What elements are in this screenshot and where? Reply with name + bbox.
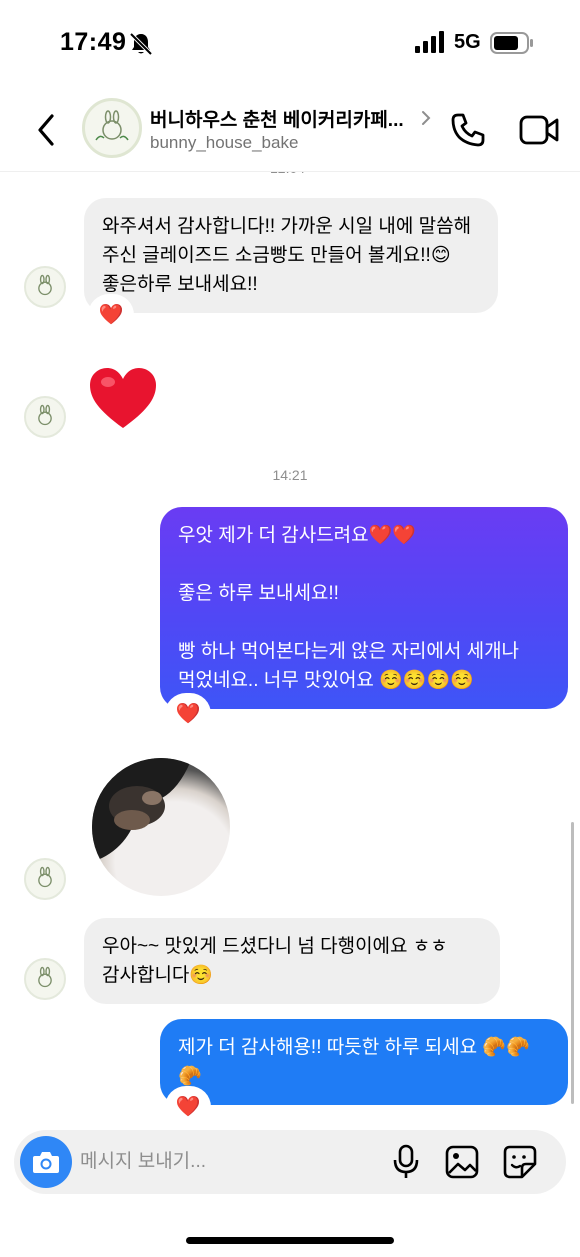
bunny-logo-icon xyxy=(38,966,52,988)
bunny-logo-icon xyxy=(95,110,129,141)
message-text: 우아~~ 맛있게 드셨다니 넘 다행이에요 ㅎㅎ 감사합니다☺️ xyxy=(102,936,448,986)
chevron-right-icon[interactable] xyxy=(419,108,433,128)
signal-icon xyxy=(415,31,444,53)
reaction-emoji: ❤️ xyxy=(175,703,201,725)
message-text-line: 좋은 하루 보내세요!! xyxy=(178,583,339,604)
sticker-image xyxy=(92,758,192,862)
bunny-logo-icon xyxy=(38,274,52,296)
video-icon[interactable] xyxy=(518,112,560,148)
sender-avatar[interactable] xyxy=(24,958,66,1000)
outgoing-message-bubble[interactable]: 우앗 제가 더 감사드려요❤️❤️ 좋은 하루 보내세요!! 빵 하나 먹어본다… xyxy=(160,507,568,709)
sender-avatar[interactable] xyxy=(24,858,66,900)
photo-sticker[interactable] xyxy=(92,758,230,896)
chat-username[interactable]: bunny_house_bake xyxy=(150,133,298,153)
message-composer xyxy=(14,1130,566,1194)
timestamp: 14:21 xyxy=(272,467,308,483)
home-indicator xyxy=(186,1237,394,1244)
incoming-message-bubble[interactable]: 와주셔서 감사합니다!! 가까운 시일 내에 말씀해 주신 글레이즈드 소금빵도… xyxy=(84,198,498,313)
back-arrow-icon[interactable] xyxy=(30,110,64,150)
heart-reaction[interactable]: ❤️ xyxy=(168,1089,208,1125)
bell-slash-icon xyxy=(129,32,153,56)
reaction-emoji: ❤️ xyxy=(175,1096,201,1118)
outgoing-message-bubble[interactable]: 제가 더 감사해용!! 따듯한 하루 되세요 🥐🥐🥐 xyxy=(160,1019,568,1105)
heart-reaction[interactable]: ❤️ xyxy=(91,297,131,333)
chat-header: 버니하우스 춘천 베이커리카페... bunny_house_bake xyxy=(0,88,580,172)
status-time: 17:49 xyxy=(60,28,127,56)
message-text: 와주셔서 감사합니다!! 가까운 시일 내에 말씀해 주신 글레이즈드 소금빵도… xyxy=(102,216,472,295)
message-text-line: 우앗 제가 더 감사드려요❤️❤️ xyxy=(178,525,416,546)
large-heart-emoji[interactable] xyxy=(88,366,158,432)
microphone-icon[interactable] xyxy=(392,1144,420,1180)
message-text-line: 빵 하나 먹어본다는게 앉은 자리에서 세개나 먹었네요.. 너무 맛있어요 ☺… xyxy=(178,641,520,691)
reaction-emoji: ❤️ xyxy=(98,304,124,326)
sender-avatar[interactable] xyxy=(24,396,66,438)
scrollbar[interactable] xyxy=(571,822,574,1104)
camera-button[interactable] xyxy=(20,1136,72,1188)
sticker-icon[interactable] xyxy=(502,1144,538,1180)
battery-icon xyxy=(490,32,533,54)
sender-avatar[interactable] xyxy=(24,266,66,308)
chat-title[interactable]: 버니하우스 춘천 베이커리카페... xyxy=(150,105,404,132)
phone-icon[interactable] xyxy=(448,110,488,150)
message-text: 제가 더 감사해용!! 따듯한 하루 되세요 🥐🥐🥐 xyxy=(178,1037,530,1087)
gallery-icon[interactable] xyxy=(444,1144,480,1180)
bunny-logo-icon xyxy=(38,866,52,888)
network-type: 5G xyxy=(454,31,481,53)
heart-reaction[interactable]: ❤️ xyxy=(168,696,208,732)
profile-avatar[interactable] xyxy=(82,98,142,158)
message-input[interactable] xyxy=(80,1146,370,1178)
camera-icon xyxy=(33,1152,59,1173)
status-bar: 17:49 5G xyxy=(0,0,580,88)
incoming-message-bubble[interactable]: 우아~~ 맛있게 드셨다니 넘 다행이에요 ㅎㅎ 감사합니다☺️ xyxy=(84,918,500,1004)
bunny-logo-icon xyxy=(38,404,52,426)
